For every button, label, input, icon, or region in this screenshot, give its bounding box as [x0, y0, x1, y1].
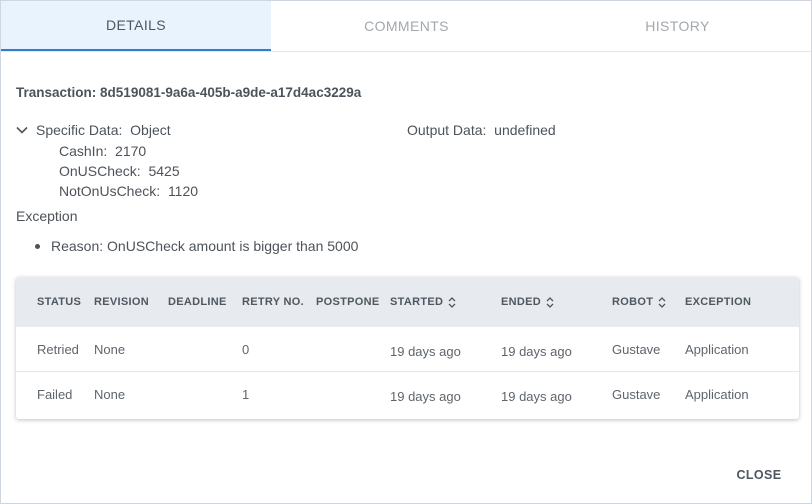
- transaction-id: 8d519081-9a6a-405b-a9de-a17d4ac3229a: [100, 85, 362, 100]
- bullet-icon: [35, 243, 40, 249]
- cell-retry-no: 0: [242, 342, 250, 357]
- cell-exception: Application: [685, 387, 749, 402]
- cell-robot: Gustave: [612, 342, 661, 357]
- output-data-value: undefined: [494, 122, 556, 138]
- output-data: Output Data: undefined: [407, 122, 556, 138]
- close-button[interactable]: CLOSE: [729, 459, 789, 491]
- table-row[interactable]: Retried None 0 19 days ago 19 days ago G…: [16, 327, 799, 372]
- transaction-label: Transaction:: [16, 85, 97, 100]
- sort-icon[interactable]: [448, 296, 456, 308]
- tab-history[interactable]: HISTORY: [542, 1, 811, 51]
- tab-details[interactable]: DETAILS: [1, 1, 271, 51]
- cell-status: Failed: [37, 387, 73, 402]
- specific-data-child: CashIn: 2170: [59, 143, 147, 159]
- column-header-retry-no: RETRY NO.: [242, 296, 304, 308]
- cell-retry-no: 1: [242, 387, 250, 402]
- specific-data-children: CashIn: 2170 OnUSCheck: 5425 NotOnUsChec…: [59, 141, 198, 201]
- column-header-exception: EXCEPTION: [685, 296, 752, 308]
- cell-ended: 19 days ago: [501, 344, 572, 359]
- exception-reason: Reason: OnUSCheck amount is bigger than …: [35, 238, 358, 254]
- exception-title: Exception: [16, 208, 78, 224]
- column-header-deadline: DEADLINE: [168, 296, 227, 308]
- table-header: STATUS REVISION DEADLINE RETRY NO. POSTP…: [16, 277, 799, 327]
- cell-started: 19 days ago: [390, 389, 461, 404]
- column-header-status: STATUS: [37, 296, 82, 308]
- sort-icon[interactable]: [546, 296, 554, 308]
- cell-started: 19 days ago: [390, 344, 461, 359]
- column-header-robot[interactable]: ROBOT: [612, 277, 666, 327]
- chevron-down-icon[interactable]: [16, 122, 36, 138]
- cell-robot: Gustave: [612, 387, 661, 402]
- tab-bar: DETAILS COMMENTS HISTORY: [1, 1, 811, 52]
- sort-icon[interactable]: [658, 296, 666, 308]
- specific-data-child: NotOnUsCheck: 1120: [59, 183, 199, 199]
- output-data-label: Output Data:: [407, 122, 487, 138]
- column-header-started[interactable]: STARTED: [390, 277, 456, 327]
- specific-data-label: Specific Data:: [36, 122, 123, 138]
- cell-ended: 19 days ago: [501, 389, 572, 404]
- column-header-postpone: POSTPONE: [316, 296, 380, 308]
- history-table: STATUS REVISION DEADLINE RETRY NO. POSTP…: [16, 277, 799, 419]
- transaction-details-dialog: DETAILS COMMENTS HISTORY Transaction: 8d…: [0, 0, 812, 504]
- cell-exception: Application: [685, 342, 749, 357]
- tab-comments[interactable]: COMMENTS: [271, 1, 542, 51]
- cell-status: Retried: [37, 342, 79, 357]
- column-header-ended[interactable]: ENDED: [501, 277, 554, 327]
- transaction-heading: Transaction: 8d519081-9a6a-405b-a9de-a17…: [16, 85, 361, 100]
- specific-data-child: OnUSCheck: 5425: [59, 163, 180, 179]
- cell-revision: None: [94, 342, 126, 357]
- specific-data-tree: Specific Data: Object CashIn: 2170 OnUSC…: [16, 122, 198, 201]
- table-row[interactable]: Failed None 1 19 days ago 19 days ago Gu…: [16, 373, 799, 418]
- column-header-revision: REVISION: [94, 296, 149, 308]
- cell-revision: None: [94, 387, 126, 402]
- specific-data-value: Object: [130, 122, 171, 138]
